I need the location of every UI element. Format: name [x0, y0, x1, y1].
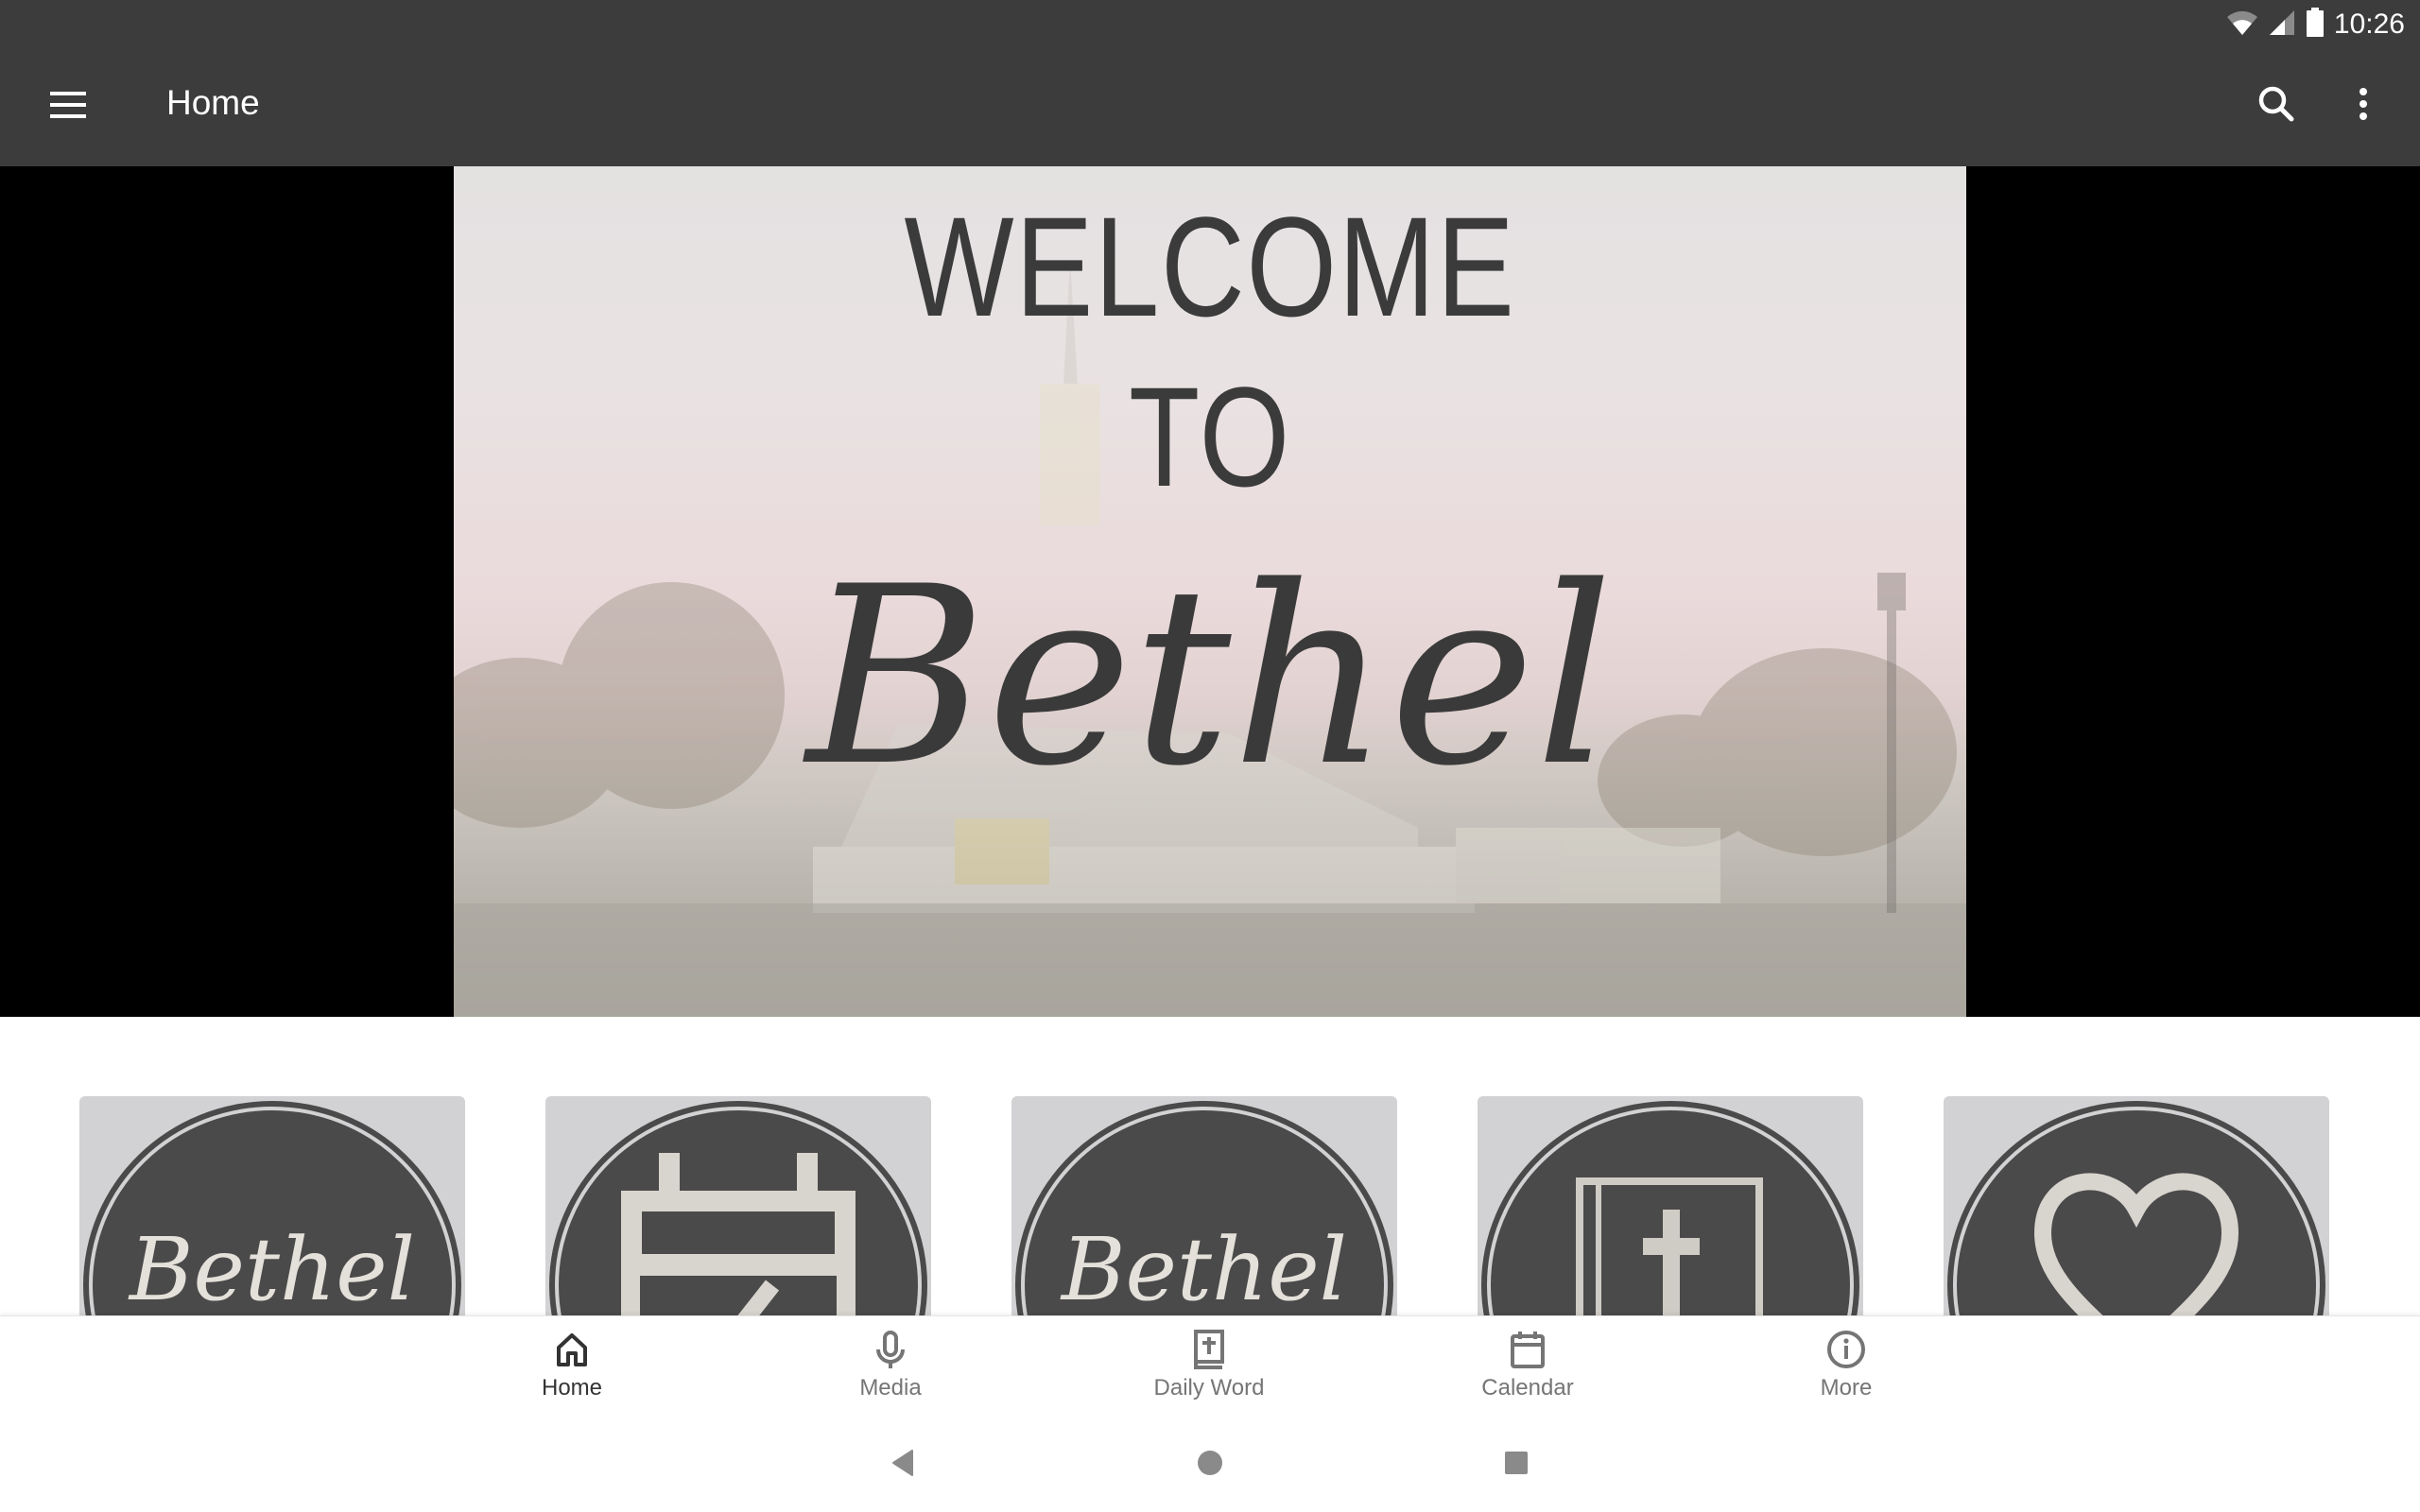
heart-tile[interactable] [1944, 1096, 2329, 1342]
status-icons: 10:26 [2226, 6, 2405, 43]
back-icon [891, 1449, 916, 1482]
heart-icon [1947, 1101, 2325, 1342]
recents-icon [1503, 1450, 1530, 1481]
info-icon [1826, 1330, 1866, 1374]
app-bar: Home [0, 47, 2420, 166]
home-system-button[interactable] [1191, 1446, 1229, 1484]
nav-home-label: Home [541, 1375, 603, 1400]
welcome-heading: WELCOME [904, 187, 1516, 346]
nav-more-label: More [1820, 1375, 1873, 1400]
cellular-signal-icon [2268, 9, 2296, 42]
bible-tile[interactable] [1478, 1096, 1863, 1342]
nav-more[interactable]: More [1733, 1330, 1960, 1415]
nav-home[interactable]: Home [458, 1330, 685, 1415]
nav-calendar[interactable]: Calendar [1414, 1330, 1641, 1415]
status-bar: 10:26 [0, 0, 2420, 47]
bible-cross-icon [1481, 1101, 1859, 1342]
back-button[interactable] [885, 1446, 923, 1484]
feature-tiles: Bethel Bethel [0, 1096, 2420, 1342]
more-vert-icon [2358, 87, 2369, 126]
page-title: Home [166, 83, 260, 122]
wifi-icon [2226, 9, 2258, 41]
to-heading: TO [1129, 357, 1291, 516]
bethel-badge-icon: Bethel [1015, 1101, 1393, 1342]
home-icon [555, 1332, 589, 1371]
hero-area: WELCOME TO Bethel [0, 166, 2420, 1017]
tile-bethel-text: Bethel [1060, 1219, 1347, 1320]
nav-media[interactable]: Media [777, 1330, 1004, 1415]
recents-button[interactable] [1497, 1446, 1535, 1484]
bethel-script-title: Bethel [806, 535, 1614, 820]
bethel-logo-tile[interactable]: Bethel [79, 1096, 465, 1342]
bethel-badge-icon: Bethel [83, 1101, 461, 1342]
nav-daily-word[interactable]: Daily Word [1096, 1329, 1322, 1415]
bible-icon [1193, 1329, 1225, 1374]
bottom-navigation: Home Media Daily Word Calendar More [0, 1315, 2420, 1418]
more-options-button[interactable] [2333, 76, 2394, 136]
battery-icon [2306, 7, 2325, 43]
calendar-tile[interactable] [545, 1096, 931, 1342]
nav-media-label: Media [859, 1375, 922, 1400]
status-time: 10:26 [2333, 9, 2405, 40]
nav-daily-word-label: Daily Word [1153, 1375, 1265, 1400]
hamburger-menu-icon [50, 91, 86, 123]
welcome-banner[interactable]: WELCOME TO Bethel [454, 166, 1966, 1017]
search-button[interactable] [2246, 76, 2307, 136]
calendar-check-icon [549, 1101, 927, 1342]
menu-button[interactable] [38, 78, 98, 135]
home-circle-icon [1196, 1449, 1224, 1482]
system-navigation-bar [0, 1418, 2420, 1512]
tile-bethel-text: Bethel [128, 1219, 415, 1320]
calendar-icon [1510, 1330, 1546, 1374]
bethel-logo-tile-2[interactable]: Bethel [1011, 1096, 1397, 1342]
microphone-icon [873, 1330, 908, 1373]
search-icon [2257, 85, 2295, 128]
nav-calendar-label: Calendar [1481, 1375, 1574, 1400]
